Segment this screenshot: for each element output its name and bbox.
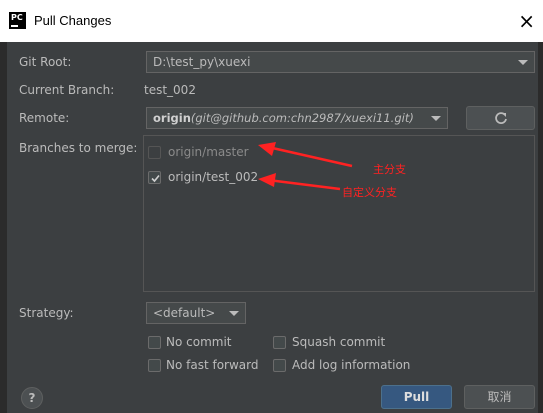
strategy-select[interactable]: <default> xyxy=(146,302,246,324)
help-button[interactable]: ? xyxy=(21,387,43,409)
pull-button[interactable]: Pull xyxy=(381,385,452,409)
annotation-arrowhead-custom xyxy=(258,173,276,187)
chevron-down-icon xyxy=(229,311,239,316)
annotation-arrows xyxy=(258,142,353,191)
squash-commit-checkbox[interactable] xyxy=(273,336,286,349)
annotation-custom-branch: 自定义分支 xyxy=(342,186,397,199)
strategy-value: <default> xyxy=(153,306,216,320)
annotation-arrowhead-main xyxy=(258,142,276,156)
annotation-main-branch: 主分支 xyxy=(373,163,406,176)
squash-commit-label: Squash commit xyxy=(292,335,386,349)
annotation-arrow-custom xyxy=(267,178,341,191)
add-log-label: Add log information xyxy=(292,358,411,372)
no-fast-forward-checkbox[interactable] xyxy=(148,359,161,372)
cancel-button[interactable]: 取消 xyxy=(464,385,535,409)
annotation-arrow-main xyxy=(267,145,353,168)
no-fast-forward-label: No fast forward xyxy=(166,358,259,372)
no-commit-label: No commit xyxy=(166,335,232,349)
strategy-label: Strategy: xyxy=(19,306,74,320)
no-commit-checkbox[interactable] xyxy=(148,336,161,349)
add-log-checkbox[interactable] xyxy=(273,359,286,372)
